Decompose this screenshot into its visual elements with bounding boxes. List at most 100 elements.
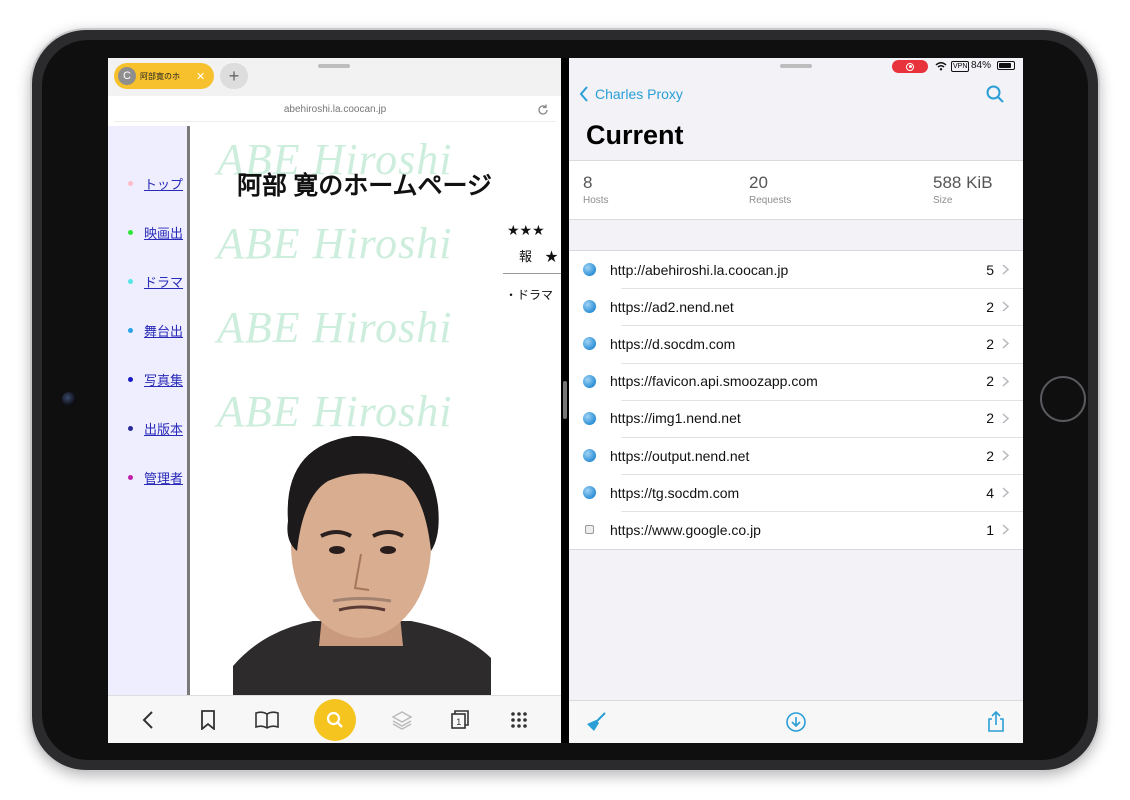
- home-button[interactable]: [1040, 376, 1086, 422]
- search-icon: [326, 711, 343, 728]
- host-row[interactable]: https://www.google.co.jp 1: [569, 511, 1023, 548]
- tab-title: 阿部寛のホ: [140, 71, 180, 81]
- host-row[interactable]: https://img1.nend.net 2: [569, 399, 1023, 437]
- charles-toolbar: [569, 700, 1023, 743]
- address-bar[interactable]: abehiroshi.la.coocan.jp: [114, 98, 556, 122]
- web-content: トップ 映画出 ドラマ 舞台出 写真集 出版本 管理者 ABE Hiroshi …: [108, 126, 561, 695]
- divider-handle[interactable]: [563, 381, 567, 419]
- tabs-icon[interactable]: 1: [446, 706, 474, 734]
- wifi-icon: [935, 62, 947, 71]
- request-count: 2: [986, 373, 994, 390]
- site-nav-admin[interactable]: 管理者: [128, 468, 183, 487]
- bullet-icon: [128, 279, 133, 284]
- url-text: abehiroshi.la.coocan.jp: [283, 104, 387, 115]
- chevron-right-icon: [1002, 487, 1009, 498]
- host-row[interactable]: https://tg.socdm.com 4: [569, 474, 1023, 511]
- charles-pane: VPN 84% Charles Proxy Current 8 Hosts 20…: [569, 58, 1023, 743]
- request-count: 5: [986, 261, 994, 278]
- svg-text:1: 1: [456, 717, 461, 727]
- search-icon[interactable]: [986, 85, 1004, 103]
- reading-list-icon[interactable]: [253, 706, 281, 734]
- bullet-icon: [128, 426, 133, 431]
- site-nav-label: 管理者: [144, 471, 184, 486]
- request-count: 2: [986, 335, 994, 352]
- site-nav-drama[interactable]: ドラマ: [128, 272, 183, 291]
- page-title: Current: [586, 120, 684, 150]
- search-button[interactable]: [314, 699, 356, 741]
- chevron-right-icon: [1002, 301, 1009, 312]
- site-nav-label: ドラマ: [144, 275, 184, 290]
- stat-label: Size: [933, 195, 953, 206]
- chevron-right-icon: [1002, 450, 1009, 461]
- session-stats: 8 Hosts 20 Requests 588 KiB Size: [569, 160, 1023, 220]
- bullet-icon: [128, 377, 133, 382]
- close-tab-icon[interactable]: ✕: [196, 70, 205, 83]
- browser-tab[interactable]: C 阿部寛のホ ✕: [114, 63, 214, 89]
- site-nav-top[interactable]: トップ: [128, 174, 183, 193]
- site-nav-label: 舞台出: [144, 324, 184, 339]
- watermark-text: ABE Hiroshi: [217, 303, 453, 352]
- host-url: https://tg.socdm.com: [610, 484, 740, 501]
- host-row[interactable]: https://d.socdm.com 2: [569, 325, 1023, 362]
- host-url: http://abehiroshi.la.coocan.jp: [610, 261, 789, 278]
- site-nav-books[interactable]: 出版本: [128, 419, 183, 438]
- stat-requests: 20 Requests: [749, 173, 791, 206]
- site-main-frame: ABE Hiroshi ABE Hiroshi ABE Hiroshi ABE …: [193, 126, 561, 695]
- watermark-text: ABE Hiroshi: [217, 219, 453, 268]
- site-nav-label: 写真集: [144, 373, 184, 388]
- browser-pane: C 阿部寛のホ ✕ + abehiroshi.la.coocan.jp トップ: [108, 58, 561, 743]
- bullet-icon: [128, 328, 133, 333]
- battery-percent: 84%: [971, 60, 992, 71]
- globe-icon: [583, 300, 596, 314]
- stat-value: 588 KiB: [933, 173, 993, 192]
- request-count: 2: [986, 298, 994, 315]
- globe-icon: [583, 263, 596, 277]
- back-button[interactable]: Charles Proxy: [579, 86, 683, 102]
- stat-size: 588 KiB Size: [933, 173, 993, 206]
- site-nav-frame: トップ 映画出 ドラマ 舞台出 写真集 出版本 管理者: [108, 126, 190, 695]
- site-nav-movies[interactable]: 映画出: [128, 223, 183, 242]
- reload-icon[interactable]: [536, 103, 550, 117]
- download-icon[interactable]: [785, 711, 807, 733]
- split-view-divider[interactable]: [561, 58, 569, 743]
- lock-icon: [585, 525, 594, 535]
- recording-indicator[interactable]: [892, 60, 928, 73]
- menu-grid-icon[interactable]: [505, 706, 533, 734]
- host-url: https://ad2.nend.net: [610, 298, 734, 315]
- stat-label: Requests: [749, 195, 792, 206]
- tab-strip: C 阿部寛のホ ✕ +: [108, 58, 561, 96]
- globe-icon: [583, 337, 596, 351]
- drama-text: ・ドラマ: [505, 288, 554, 302]
- layers-icon[interactable]: [388, 706, 416, 734]
- site-nav-stage[interactable]: 舞台出: [128, 321, 183, 340]
- host-url: https://d.socdm.com: [610, 335, 736, 352]
- request-count: 4: [986, 484, 994, 501]
- back-icon[interactable]: [134, 706, 162, 734]
- host-row[interactable]: http://abehiroshi.la.coocan.jp 5: [569, 251, 1023, 288]
- host-url: https://img1.nend.net: [610, 410, 741, 427]
- screen: C 阿部寛のホ ✕ + abehiroshi.la.coocan.jp トップ: [108, 58, 1023, 743]
- rating-stars: ★★★: [507, 222, 545, 238]
- split-grab-handle[interactable]: [318, 64, 350, 68]
- request-count: 2: [986, 410, 994, 427]
- host-row[interactable]: https://ad2.nend.net 2: [569, 288, 1023, 325]
- globe-icon: [583, 449, 596, 463]
- bullet-icon: [128, 230, 133, 235]
- host-list: http://abehiroshi.la.coocan.jp 5 https://a…: [569, 250, 1023, 550]
- bullet-icon: [128, 181, 133, 186]
- host-row[interactable]: https://favicon.api.smoozapp.com 2: [569, 362, 1023, 400]
- broom-icon[interactable]: [585, 711, 607, 733]
- site-nav-photobook[interactable]: 写真集: [128, 370, 183, 389]
- host-url: https://favicon.api.smoozapp.com: [610, 373, 818, 390]
- stat-value: 8: [583, 173, 593, 192]
- chevron-right-icon: [1002, 413, 1009, 424]
- chevron-left-icon: [579, 86, 588, 102]
- host-row[interactable]: https://output.nend.net 2: [569, 436, 1023, 474]
- globe-icon: [583, 486, 596, 500]
- info-text: 報 ★: [519, 249, 559, 264]
- chevron-right-icon: [1002, 338, 1009, 349]
- host-url: https://output.nend.net: [610, 447, 750, 464]
- share-icon[interactable]: [987, 711, 1005, 733]
- new-tab-button[interactable]: +: [220, 63, 248, 89]
- bookmark-icon[interactable]: [194, 706, 222, 734]
